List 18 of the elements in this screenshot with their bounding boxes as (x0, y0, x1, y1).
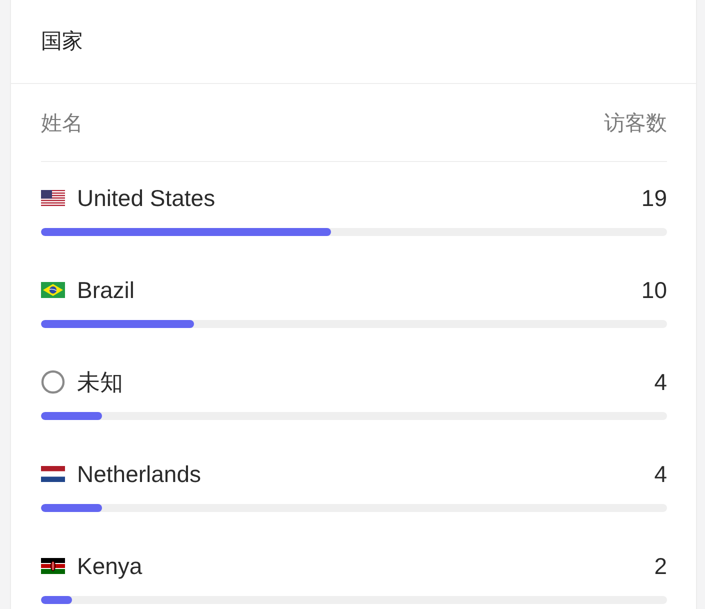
country-name: Netherlands (77, 460, 202, 489)
country-name: Brazil (77, 276, 135, 305)
visitor-count: 19 (641, 184, 667, 213)
country-name: 未知 (77, 368, 123, 397)
flag-icon (41, 282, 65, 298)
flag-icon (41, 190, 65, 206)
visitor-count: 2 (654, 552, 667, 581)
circle-icon (41, 370, 65, 394)
visitor-count: 4 (654, 368, 667, 397)
visitor-count: 10 (641, 276, 667, 305)
flag-icon (41, 466, 65, 482)
flag-icon (41, 558, 65, 574)
country-name: United States (77, 184, 216, 213)
visitor-count: 4 (654, 460, 667, 489)
card-title: 国家 (41, 28, 83, 54)
country-name: Kenya (77, 552, 142, 581)
column-header: 姓名 (41, 110, 83, 136)
column-header: 访客数 (604, 110, 667, 136)
